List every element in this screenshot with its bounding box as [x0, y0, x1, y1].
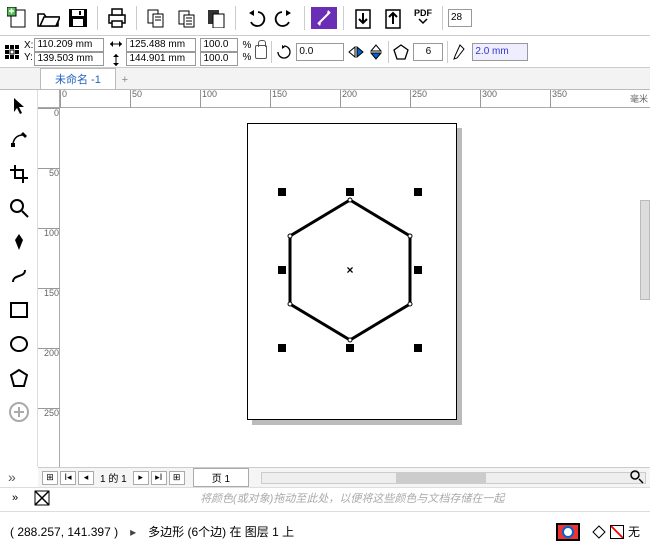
sel-handle-ml[interactable]	[278, 266, 286, 274]
height-input[interactable]	[126, 52, 196, 66]
canvas-area: 0 50 100 150 200 250 300 350 毫米 0 50 100…	[38, 90, 650, 467]
snapshot-icon[interactable]	[556, 523, 580, 541]
export-button[interactable]	[379, 4, 407, 32]
page-size-field[interactable]	[448, 9, 472, 27]
sel-handle-bl[interactable]	[278, 344, 286, 352]
save-button[interactable]	[64, 4, 92, 32]
y-input[interactable]	[34, 52, 104, 66]
print-button[interactable]	[103, 4, 131, 32]
paste-props-button[interactable]	[172, 4, 200, 32]
page-of-label: 1 的 1	[96, 470, 131, 485]
rectangle-tool[interactable]	[5, 296, 33, 324]
sel-handle-mr[interactable]	[414, 266, 422, 274]
nav-add-page2[interactable]: ⊞	[169, 471, 185, 485]
x-input[interactable]	[34, 38, 104, 52]
pick-tool[interactable]	[5, 92, 33, 120]
scale-group	[200, 38, 238, 66]
pdf-label: PDF	[414, 9, 432, 18]
polygon-tool[interactable]	[5, 364, 33, 392]
nav-next[interactable]: ▸	[133, 471, 149, 485]
clone-button[interactable]	[202, 4, 230, 32]
toolbox	[0, 90, 38, 467]
height-icon	[108, 52, 124, 68]
sel-handle-bc[interactable]	[346, 344, 354, 352]
fill-swatch	[610, 525, 624, 539]
lock-aspect-button[interactable]	[255, 45, 267, 59]
import-button[interactable]	[349, 4, 377, 32]
status-sep: ▸	[130, 525, 136, 539]
x-label: X:	[24, 40, 33, 52]
sides-input[interactable]	[413, 43, 443, 61]
more-tools-button[interactable]	[5, 398, 33, 426]
mirror-v-button[interactable]	[368, 44, 384, 60]
add-document-button[interactable]: +	[116, 71, 134, 89]
outline-pen-icon[interactable]	[452, 44, 468, 60]
no-fill-swatch[interactable]	[34, 490, 50, 506]
sel-handle-tc[interactable]	[346, 188, 354, 196]
color-dock-hint: 将颜色(或对象)拖动至此处，以便将这些颜色与文档存储在一起	[200, 490, 504, 506]
position-group: X:Y:	[24, 38, 104, 66]
sel-handle-tl[interactable]	[278, 188, 286, 196]
nav-first[interactable]: I◂	[60, 471, 76, 485]
new-doc-button[interactable]	[4, 4, 32, 32]
stroke-width-input[interactable]	[472, 43, 528, 61]
fill-icon	[592, 525, 606, 539]
page-nav-bar: ⊞ I◂ ◂ 1 的 1 ▸ ▸I ⊞ 页 1	[38, 467, 650, 487]
sel-handle-tr[interactable]	[414, 188, 422, 196]
ruler-unit: 毫米	[630, 92, 648, 105]
width-icon	[108, 36, 124, 52]
object-info: 多边形 (6个边) 在 图层 1 上	[148, 523, 294, 540]
navigator-button[interactable]	[630, 470, 644, 484]
mirror-h-button[interactable]	[348, 44, 364, 60]
y-label: Y:	[24, 52, 33, 64]
ellipse-tool[interactable]	[5, 330, 33, 358]
redo-button[interactable]	[271, 4, 299, 32]
horizontal-ruler[interactable]: 0 50 100 150 200 250 300 350 毫米	[60, 90, 650, 108]
document-tab[interactable]: 未命名 -1	[40, 68, 116, 89]
rotate-icon	[276, 44, 292, 60]
pct-label: %	[242, 40, 251, 52]
vertical-scrollbar[interactable]	[640, 200, 650, 300]
nav-add-page[interactable]: ⊞	[42, 471, 58, 485]
size-group	[108, 36, 196, 68]
page-viewport[interactable]: ×	[60, 108, 650, 467]
vertical-ruler[interactable]: 0 50 100 150 200 250	[38, 108, 60, 467]
object-origin-icon[interactable]	[4, 44, 20, 60]
pdf-button[interactable]: PDF	[409, 4, 437, 32]
nav-last[interactable]: ▸I	[151, 471, 167, 485]
workspace: 0 50 100 150 200 250 300 350 毫米 0 50 100…	[0, 90, 650, 467]
document-tabbar: 未命名 -1 +	[0, 68, 650, 90]
nav-prev[interactable]: ◂	[78, 471, 94, 485]
status-bar: ( 288.257, 141.397 ) ▸ 多边形 (6个边) 在 图层 1 …	[0, 511, 650, 551]
copy-props-button[interactable]	[142, 4, 170, 32]
snap-button[interactable]	[310, 4, 338, 32]
zoom-tool[interactable]	[5, 194, 33, 222]
page-tab[interactable]: 页 1	[193, 468, 249, 487]
dock-chevron[interactable]: »	[6, 491, 24, 505]
undo-button[interactable]	[241, 4, 269, 32]
fill-label: 无	[628, 523, 640, 540]
scale-y-input[interactable]	[200, 52, 238, 66]
crop-tool[interactable]	[5, 160, 33, 188]
ruler-corner[interactable]	[38, 90, 60, 108]
scale-x-input[interactable]	[200, 38, 238, 52]
polygon-icon	[393, 44, 409, 60]
expand-toolbox-button[interactable]: »	[8, 469, 16, 485]
curve-tool[interactable]	[5, 262, 33, 290]
fill-indicator[interactable]: 无	[592, 523, 640, 540]
open-button[interactable]	[34, 4, 62, 32]
color-dock-row: » 将颜色(或对象)拖动至此处，以便将这些颜色与文档存储在一起	[0, 487, 650, 507]
angle-input[interactable]	[296, 43, 344, 61]
horizontal-scrollbar[interactable]	[261, 472, 646, 484]
shape-tool[interactable]	[5, 126, 33, 154]
property-toolbar: X:Y: %%	[0, 36, 650, 68]
main-toolbar: PDF	[0, 0, 650, 36]
sel-center[interactable]: ×	[346, 266, 354, 274]
freehand-tool[interactable]	[5, 228, 33, 256]
width-input[interactable]	[126, 38, 196, 52]
sel-handle-br[interactable]	[414, 344, 422, 352]
cursor-coords: ( 288.257, 141.397 )	[10, 525, 118, 539]
